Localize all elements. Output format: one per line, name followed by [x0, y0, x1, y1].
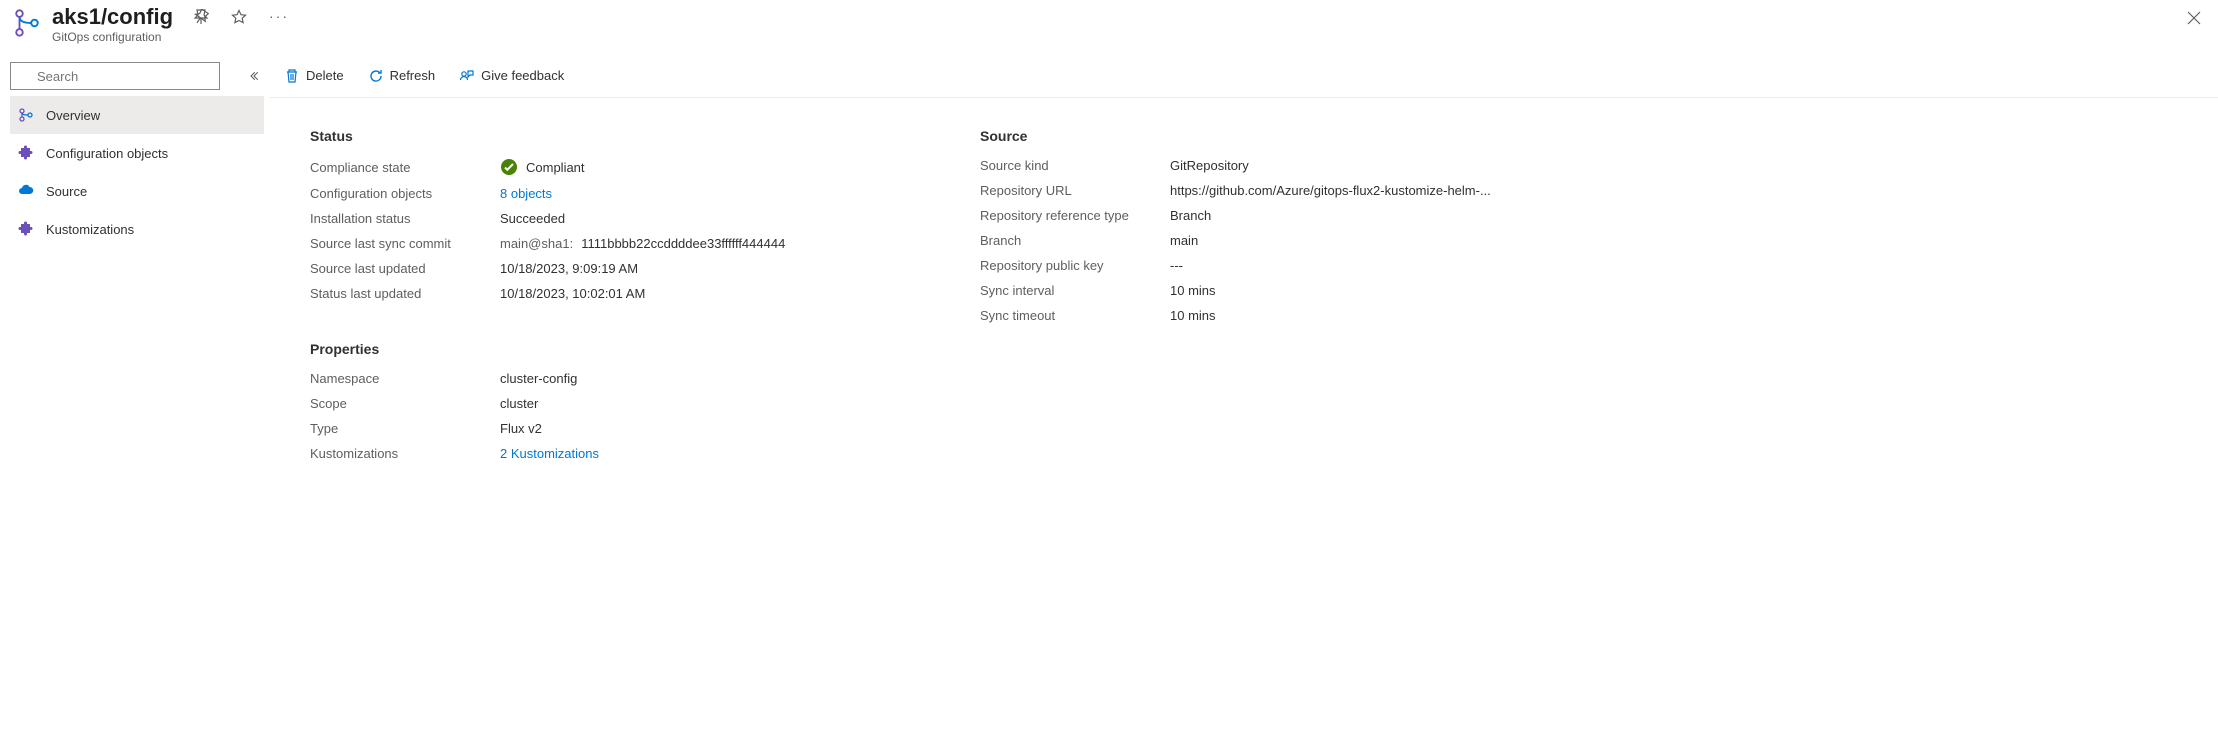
- page-title: aks1/config: [52, 4, 173, 30]
- label-compliance-state: Compliance state: [310, 160, 500, 175]
- puzzle-icon: [18, 221, 34, 237]
- label-status-last-updated: Status last updated: [310, 286, 500, 301]
- feedback-icon: [459, 68, 475, 84]
- label-repo-url: Repository URL: [980, 183, 1170, 198]
- label-config-objects: Configuration objects: [310, 186, 500, 201]
- page-subtitle: GitOps configuration: [52, 30, 285, 44]
- label-sync-interval: Sync interval: [980, 283, 1170, 298]
- label-ref-type: Repository reference type: [980, 208, 1170, 223]
- sidebar-item-source[interactable]: Source: [10, 172, 264, 210]
- section-title-properties: Properties: [310, 341, 960, 357]
- value-source-kind: GitRepository: [1170, 158, 1249, 173]
- refresh-button[interactable]: Refresh: [364, 64, 440, 88]
- toolbar-label: Give feedback: [481, 68, 564, 83]
- value-status-last-updated: 10/18/2023, 10:02:01 AM: [500, 286, 645, 301]
- toolbar-label: Refresh: [390, 68, 436, 83]
- delete-button[interactable]: Delete: [280, 64, 348, 88]
- label-sync-timeout: Sync timeout: [980, 308, 1170, 323]
- sidebar-item-label: Overview: [46, 108, 100, 123]
- label-install-status: Installation status: [310, 211, 500, 226]
- label-source-last-sync-commit: Source last sync commit: [310, 236, 500, 251]
- value-compliance-state: Compliant: [526, 160, 585, 175]
- label-pubkey: Repository public key: [980, 258, 1170, 273]
- puzzle-icon: [18, 145, 34, 161]
- gitops-icon: [18, 107, 34, 123]
- pin-icon[interactable]: [193, 9, 209, 25]
- sidebar: Overview Configuration objects Source: [0, 54, 270, 751]
- label-source-last-updated: Source last updated: [310, 261, 500, 276]
- collapse-sidebar-icon[interactable]: [244, 66, 264, 86]
- sidebar-item-kustomizations[interactable]: Kustomizations: [10, 210, 264, 248]
- sidebar-item-overview[interactable]: Overview: [10, 96, 264, 134]
- refresh-icon: [368, 68, 384, 84]
- sidebar-item-configuration-objects[interactable]: Configuration objects: [10, 134, 264, 172]
- value-ref-type: Branch: [1170, 208, 1211, 223]
- label-type: Type: [310, 421, 500, 436]
- label-branch: Branch: [980, 233, 1170, 248]
- toolbar-label: Delete: [306, 68, 344, 83]
- favorite-star-icon[interactable]: [231, 9, 247, 25]
- toolbar: Delete Refresh Give feedback: [270, 54, 2218, 98]
- title-block: aks1/config ··· GitOps configuration: [52, 4, 285, 44]
- sidebar-item-label: Configuration objects: [46, 146, 168, 161]
- page-header: aks1/config ··· GitOps configuration: [0, 0, 2218, 54]
- link-config-objects[interactable]: 8 objects: [500, 186, 552, 201]
- search-input[interactable]: [10, 62, 220, 90]
- value-type: Flux v2: [500, 421, 542, 436]
- value-install-status: Succeeded: [500, 211, 565, 226]
- label-namespace: Namespace: [310, 371, 500, 386]
- section-title-source: Source: [980, 128, 1630, 144]
- value-sync-timeout: 10 mins: [1170, 308, 1216, 323]
- label-scope: Scope: [310, 396, 500, 411]
- content: Status Compliance state Compliant: [270, 98, 2218, 471]
- gitops-config-icon: [12, 8, 42, 38]
- value-pubkey: ---: [1170, 258, 1183, 273]
- value-repo-url: https://github.com/Azure/gitops-flux2-ku…: [1170, 183, 1491, 198]
- check-circle-icon: [500, 158, 518, 176]
- more-actions-icon[interactable]: ···: [269, 9, 285, 25]
- value-branch: main: [1170, 233, 1198, 248]
- section-title-status: Status: [310, 128, 960, 144]
- commit-hash: 1111bbbb22ccddddee33ffffff444444: [581, 236, 785, 251]
- value-scope: cluster: [500, 396, 538, 411]
- close-icon[interactable]: [2186, 10, 2202, 26]
- main-panel: Delete Refresh Give feedback: [270, 54, 2218, 751]
- cloud-icon: [18, 183, 34, 199]
- commit-ref-prefix: main@sha1:: [500, 236, 573, 251]
- trash-icon: [284, 68, 300, 84]
- value-namespace: cluster-config: [500, 371, 577, 386]
- feedback-button[interactable]: Give feedback: [455, 64, 568, 88]
- label-kustomizations: Kustomizations: [310, 446, 500, 461]
- link-kustomizations[interactable]: 2 Kustomizations: [500, 446, 599, 461]
- value-source-last-updated: 10/18/2023, 9:09:19 AM: [500, 261, 638, 276]
- value-source-last-sync-commit: main@sha1: 1111bbbb22ccddddee33ffffff4444…: [500, 236, 785, 251]
- value-sync-interval: 10 mins: [1170, 283, 1216, 298]
- sidebar-item-label: Kustomizations: [46, 222, 134, 237]
- sidebar-item-label: Source: [46, 184, 87, 199]
- label-source-kind: Source kind: [980, 158, 1170, 173]
